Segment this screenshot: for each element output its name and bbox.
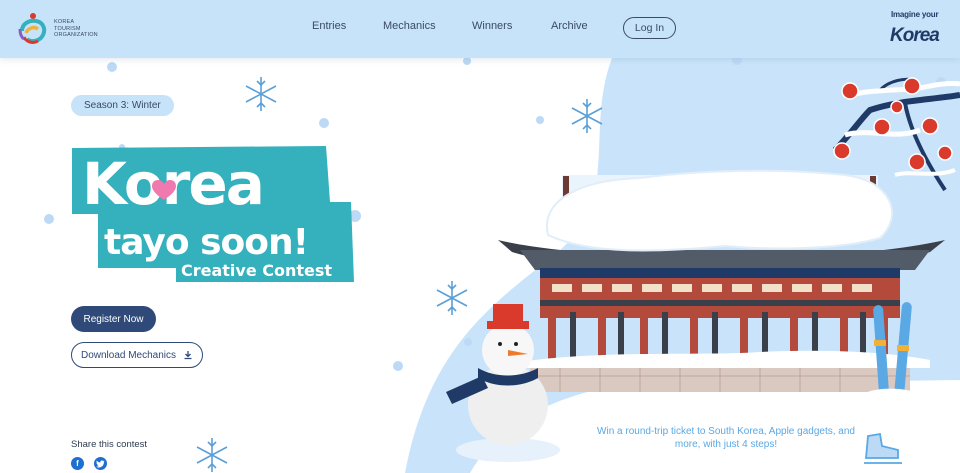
- download-mechanics-label: Download Mechanics: [80, 349, 177, 361]
- org-name: KOREA TOURISM ORGANIZATION: [54, 19, 98, 39]
- nav-mechanics[interactable]: Mechanics: [383, 20, 436, 32]
- kto-logo[interactable]: KOREA TOURISM ORGANIZATION: [18, 11, 114, 47]
- top-header: KOREA TOURISM ORGANIZATION Entries Mecha…: [0, 0, 960, 58]
- season-badge: Season 3: Winter: [71, 95, 174, 116]
- download-icon: [184, 351, 192, 360]
- nav-winners[interactable]: Winners: [472, 20, 512, 32]
- share-label: Share this contest: [71, 439, 148, 450]
- title-line-2: tayo soon!: [104, 222, 308, 263]
- twitter-icon[interactable]: [94, 457, 107, 470]
- login-button[interactable]: Log In: [623, 17, 676, 39]
- facebook-icon[interactable]: f: [71, 457, 84, 470]
- title-line-3: Creative Contest: [181, 261, 332, 280]
- register-button[interactable]: Register Now: [71, 306, 156, 332]
- promo-text: Win a round-trip ticket to South Korea, …: [597, 426, 855, 450]
- imagine-your-korea-logo[interactable]: Imagine your Korea: [888, 11, 946, 47]
- nav-archive[interactable]: Archive: [551, 20, 588, 32]
- download-mechanics-button[interactable]: Download Mechanics: [71, 342, 203, 368]
- contest-title: Korea tayo soon! Creative Contest: [72, 146, 354, 282]
- brand-wordmark: Korea: [890, 25, 940, 46]
- nav-entries[interactable]: Entries: [312, 20, 346, 32]
- brand-tagline: Imagine your: [891, 10, 939, 19]
- kto-logo-icon: [18, 13, 47, 44]
